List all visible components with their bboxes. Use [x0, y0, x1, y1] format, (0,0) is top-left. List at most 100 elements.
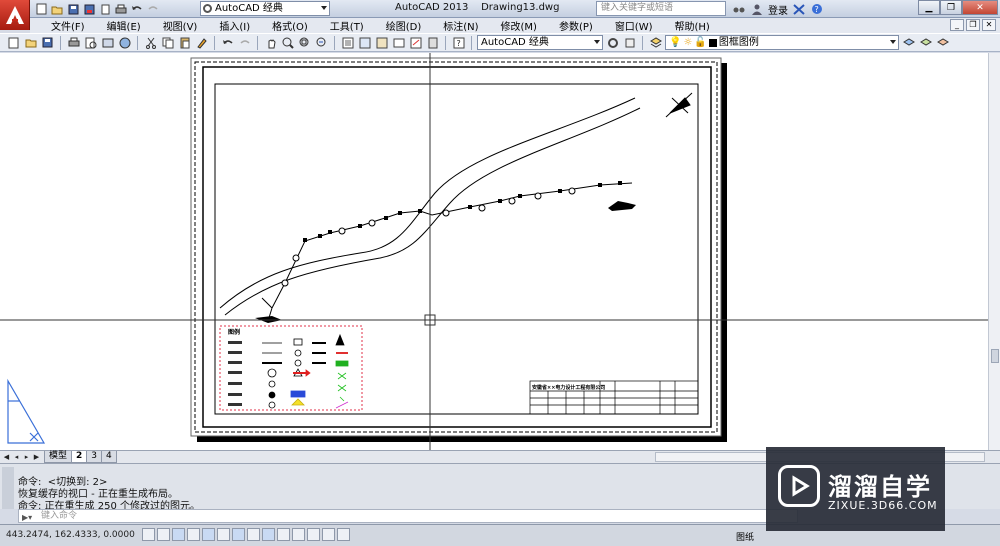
- command-input[interactable]: ▶▾ 键入命令: [18, 509, 798, 523]
- menu-bar: 文件(F) 编辑(E) 视图(V) 插入(I) 格式(O) 工具(T) 绘图(D…: [30, 18, 1000, 33]
- workspace-selector[interactable]: AutoCAD 经典: [200, 1, 330, 16]
- login-button[interactable]: 登录: [768, 2, 788, 17]
- coordinate-readout[interactable]: 443.2474, 162.4333, 0.0000: [6, 530, 135, 540]
- prev-tab-button[interactable]: ◂: [12, 452, 21, 462]
- menu-file[interactable]: 文件(F): [40, 18, 96, 33]
- layer-state-icon[interactable]: [935, 35, 950, 50]
- menu-edit[interactable]: 编辑(E): [96, 18, 152, 33]
- user-icon[interactable]: [750, 2, 764, 16]
- save-icon[interactable]: [66, 2, 80, 16]
- layer-previous-icon[interactable]: [918, 35, 933, 50]
- watermark-url: ZIXUE.3D66.COM: [828, 499, 938, 512]
- quick-properties-icon[interactable]: [307, 528, 320, 541]
- tool-palettes-icon[interactable]: [374, 35, 389, 50]
- menu-window[interactable]: 窗口(W): [604, 18, 664, 33]
- properties-icon[interactable]: [340, 35, 355, 50]
- minimize-button[interactable]: ▁: [918, 0, 940, 15]
- ortho-mode-icon[interactable]: [172, 528, 185, 541]
- redo-icon[interactable]: [146, 2, 160, 16]
- plot-icon[interactable]: [114, 2, 128, 16]
- object-snap-icon[interactable]: [202, 528, 215, 541]
- make-current-layer-icon[interactable]: [901, 35, 916, 50]
- vertical-scroll-thumb[interactable]: [991, 349, 999, 363]
- zoom-previous-icon[interactable]: [314, 35, 329, 50]
- workspace-combo[interactable]: AutoCAD 经典: [477, 35, 603, 50]
- help-icon[interactable]: ?: [810, 2, 824, 16]
- selection-cycling-icon[interactable]: [322, 528, 335, 541]
- new-icon[interactable]: [6, 35, 21, 50]
- transparency-icon[interactable]: [292, 528, 305, 541]
- plot-preview-icon[interactable]: [83, 35, 98, 50]
- layer-properties-icon[interactable]: [648, 35, 663, 50]
- menu-draw[interactable]: 绘图(D): [375, 18, 433, 33]
- open-icon[interactable]: [23, 35, 38, 50]
- binoculars-icon[interactable]: [732, 2, 746, 16]
- paper-layout: 图例 安徽省××电力设计工程有限公司: [0, 53, 988, 450]
- menu-view[interactable]: 视图(V): [152, 18, 209, 33]
- undo-icon[interactable]: [130, 2, 144, 16]
- search-input[interactable]: 键入关键字或短语: [596, 1, 726, 16]
- menu-tools[interactable]: 工具(T): [319, 18, 375, 33]
- restore-button[interactable]: ❐: [940, 0, 962, 15]
- tab-layout-2[interactable]: 2: [71, 451, 88, 463]
- lineweight-icon[interactable]: [277, 528, 290, 541]
- cut-icon[interactable]: [143, 35, 158, 50]
- pan-icon[interactable]: [263, 35, 278, 50]
- customize-icon[interactable]: [622, 35, 637, 50]
- title-bar: AutoCAD 经典 AutoCAD 2013 Drawing13.dwg 键入…: [0, 0, 1000, 18]
- zoom-window-icon[interactable]: [297, 35, 312, 50]
- menu-modify[interactable]: 修改(M): [490, 18, 548, 33]
- menu-format[interactable]: 格式(O): [261, 18, 319, 33]
- drawing-canvas[interactable]: 图例 安徽省××电力设计工程有限公司: [0, 53, 988, 450]
- calculator-icon[interactable]: [425, 35, 440, 50]
- application-menu-button[interactable]: [0, 0, 30, 30]
- layer-combo[interactable]: 💡 ☼ 🔓 图框图例: [665, 35, 899, 50]
- tab-model[interactable]: 模型: [44, 451, 73, 463]
- exchange-icon[interactable]: [792, 2, 806, 16]
- zoom-realtime-icon[interactable]: [280, 35, 295, 50]
- markup-icon[interactable]: [408, 35, 423, 50]
- menu-insert[interactable]: 插入(I): [208, 18, 261, 33]
- 3d-print-icon[interactable]: [117, 35, 132, 50]
- 3d-osnap-icon[interactable]: [217, 528, 230, 541]
- redo-icon[interactable]: [237, 35, 252, 50]
- publish-icon[interactable]: [100, 35, 115, 50]
- undo-icon[interactable]: [220, 35, 235, 50]
- grid-display-icon[interactable]: [157, 528, 170, 541]
- paper-space-label[interactable]: 图纸: [736, 530, 754, 543]
- annotation-monitor-icon[interactable]: [337, 528, 350, 541]
- save-as-icon[interactable]: [82, 2, 96, 16]
- dynamic-input-icon[interactable]: [262, 528, 275, 541]
- doc-minimize-button[interactable]: _: [950, 19, 964, 31]
- save-icon[interactable]: [40, 35, 55, 50]
- snap-mode-icon[interactable]: [142, 528, 155, 541]
- tab-layout-4[interactable]: 4: [101, 451, 117, 463]
- close-button[interactable]: ✕: [962, 0, 998, 15]
- object-snap-tracking-icon[interactable]: [232, 528, 245, 541]
- gear-icon: [203, 4, 212, 13]
- menu-dimension[interactable]: 标注(N): [432, 18, 489, 33]
- command-window-grip[interactable]: [2, 467, 14, 509]
- paste-icon[interactable]: [177, 35, 192, 50]
- help-icon[interactable]: ?: [451, 35, 466, 50]
- doc-close-button[interactable]: ✕: [982, 19, 996, 31]
- last-tab-button[interactable]: ▶: [32, 452, 41, 462]
- match-properties-icon[interactable]: [194, 35, 209, 50]
- ucs-dynamic-icon[interactable]: [247, 528, 260, 541]
- open-file-icon[interactable]: [50, 2, 64, 16]
- tab-layout-3[interactable]: 3: [86, 451, 103, 463]
- first-tab-button[interactable]: ◀: [2, 452, 11, 462]
- sheet-set-icon[interactable]: [391, 35, 406, 50]
- new-file-icon[interactable]: [34, 2, 48, 16]
- doc-restore-button[interactable]: ❐: [966, 19, 980, 31]
- next-tab-button[interactable]: ▸: [22, 452, 31, 462]
- menu-parametric[interactable]: 参数(P): [548, 18, 604, 33]
- publish-icon[interactable]: [98, 2, 112, 16]
- vertical-scrollbar[interactable]: [988, 53, 1000, 450]
- menu-help[interactable]: 帮助(H): [664, 18, 721, 33]
- copy-icon[interactable]: [160, 35, 175, 50]
- workspace-settings-gear-icon[interactable]: [605, 35, 620, 50]
- polar-tracking-icon[interactable]: [187, 528, 200, 541]
- design-center-icon[interactable]: [357, 35, 372, 50]
- plot-icon[interactable]: [66, 35, 81, 50]
